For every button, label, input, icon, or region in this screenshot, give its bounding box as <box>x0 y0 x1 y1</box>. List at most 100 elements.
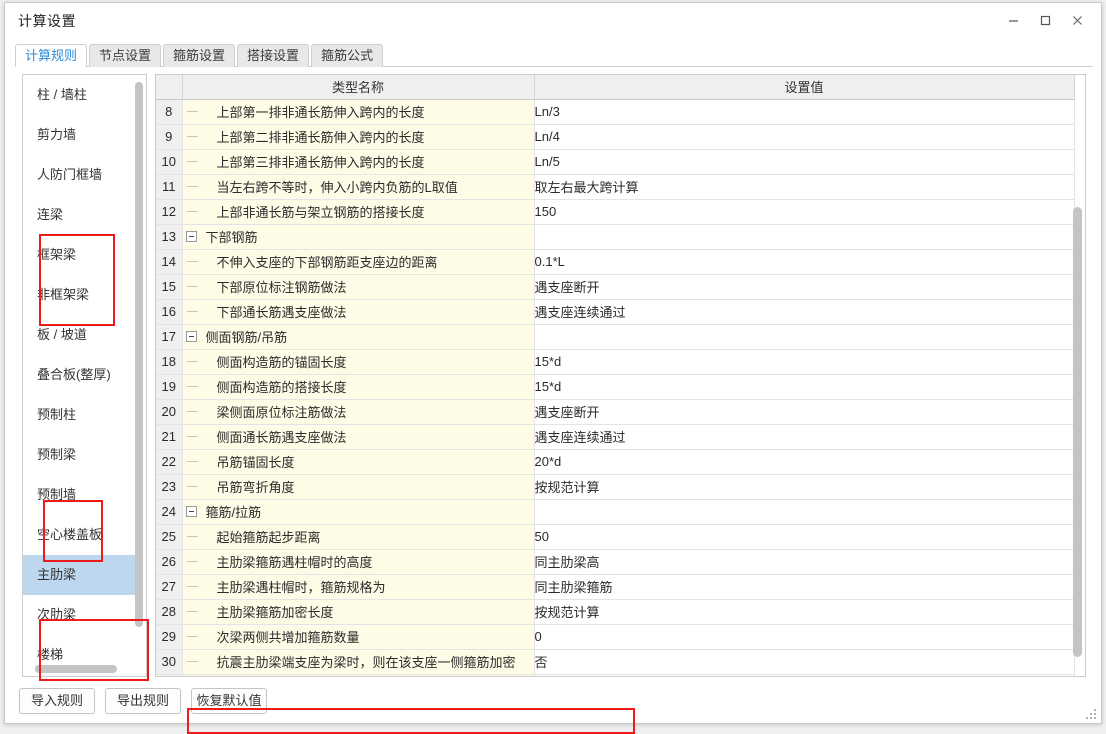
table-row[interactable]: 26 主肋梁箍筋遇柱帽时的高度 同主肋梁高 <box>156 549 1075 575</box>
row-setting-value-cell[interactable] <box>534 324 1075 350</box>
row-setting-value-cell[interactable]: 取左右最大跨计算 <box>534 174 1075 200</box>
restore-defaults-button[interactable]: 恢复默认值 <box>191 688 267 714</box>
row-type-name-cell[interactable]: 抗震主肋梁端支座为梁时，则在该支座一侧箍筋加密 <box>182 649 535 675</box>
collapse-icon[interactable] <box>186 506 197 517</box>
row-type-name-cell[interactable]: 上部第三排非通长筋伸入跨内的长度 <box>182 149 535 175</box>
row-setting-value-cell[interactable]: 150 <box>534 199 1075 225</box>
table-row[interactable]: 31主肋梁箍筋、拉筋加密区根数计算方式向上取整+1 <box>156 674 1075 676</box>
sidebar-item[interactable]: 框架梁 <box>23 235 135 275</box>
table-row[interactable]: 17 侧面钢筋/吊筋 <box>156 324 1075 350</box>
row-setting-value-cell[interactable]: 同主肋梁箍筋 <box>534 574 1075 600</box>
row-setting-value-cell[interactable]: 0 <box>534 624 1075 650</box>
sidebar-item[interactable]: 人防门框墙 <box>23 155 135 195</box>
table-row[interactable]: 9 上部第二排非通长筋伸入跨内的长度 Ln/4 <box>156 124 1075 150</box>
table-row[interactable]: 24 箍筋/拉筋 <box>156 499 1075 525</box>
sidebar-item[interactable]: 连梁 <box>23 195 135 235</box>
row-type-name-cell[interactable]: 不伸入支座的下部钢筋距支座边的距离 <box>182 249 535 275</box>
table-row[interactable]: 29 次梁两侧共增加箍筋数量 0 <box>156 624 1075 650</box>
resize-grip[interactable] <box>1085 708 1097 720</box>
table-row[interactable]: 14 不伸入支座的下部钢筋距支座边的距离 0.1*L <box>156 249 1075 275</box>
tab-lap-settings[interactable]: 搭接设置 <box>237 44 310 67</box>
row-setting-value-cell[interactable]: Ln/3 <box>534 99 1075 125</box>
table-row[interactable]: 13 下部钢筋 <box>156 224 1075 250</box>
sidebar-item[interactable]: 柱 / 墙柱 <box>23 75 135 115</box>
table-row[interactable]: 8 上部第一排非通长筋伸入跨内的长度 Ln/3 <box>156 99 1075 125</box>
row-setting-value-cell[interactable]: 20*d <box>534 449 1075 475</box>
table-row[interactable]: 12 上部非通长筋与架立钢筋的搭接长度 150 <box>156 199 1075 225</box>
row-setting-value-cell[interactable]: 50 <box>534 524 1075 550</box>
row-type-name-cell[interactable]: 吊筋锚固长度 <box>182 449 535 475</box>
export-rules-button[interactable]: 导出规则 <box>105 688 181 714</box>
table-row[interactable]: 30 抗震主肋梁端支座为梁时，则在该支座一侧箍筋加密 否 <box>156 649 1075 675</box>
row-type-name-cell[interactable]: 箍筋/拉筋 <box>182 499 535 525</box>
row-type-name-cell[interactable]: 下部原位标注钢筋做法 <box>182 274 535 300</box>
sidebar-item[interactable]: 预制梁 <box>23 435 135 475</box>
row-setting-value-cell[interactable]: 遇支座连续通过 <box>534 424 1075 450</box>
row-setting-value-cell[interactable]: 15*d <box>534 349 1075 375</box>
row-type-name-cell[interactable]: 侧面构造筋的搭接长度 <box>182 374 535 400</box>
table-row[interactable]: 10 上部第三排非通长筋伸入跨内的长度 Ln/5 <box>156 149 1075 175</box>
table-row[interactable]: 27 主肋梁遇柱帽时，箍筋规格为 同主肋梁箍筋 <box>156 574 1075 600</box>
sidebar-vertical-scroll-thumb[interactable] <box>135 82 143 627</box>
row-setting-value-cell[interactable] <box>534 224 1075 250</box>
sidebar-horizontal-scrollbar[interactable] <box>27 665 132 673</box>
row-setting-value-cell[interactable] <box>534 499 1075 525</box>
row-type-name-cell[interactable]: 下部钢筋 <box>182 224 535 250</box>
row-setting-value-cell[interactable]: 否 <box>534 649 1075 675</box>
row-type-name-cell[interactable]: 吊筋弯折角度 <box>182 474 535 500</box>
table-vertical-scroll-thumb[interactable] <box>1073 207 1082 657</box>
sidebar-item[interactable]: 预制柱 <box>23 395 135 435</box>
sidebar-vertical-scrollbar[interactable] <box>135 79 143 659</box>
table-row[interactable]: 18 侧面构造筋的锚固长度 15*d <box>156 349 1075 375</box>
sidebar-item[interactable]: 剪力墙 <box>23 115 135 155</box>
row-type-name-cell[interactable]: 上部第二排非通长筋伸入跨内的长度 <box>182 124 535 150</box>
tab-stirrup-settings[interactable]: 箍筋设置 <box>163 44 236 67</box>
row-type-name-cell[interactable]: 主肋梁遇柱帽时，箍筋规格为 <box>182 574 535 600</box>
close-icon[interactable] <box>1061 5 1093 35</box>
table-row[interactable]: 23 吊筋弯折角度 按规范计算 <box>156 474 1075 500</box>
minimize-icon[interactable] <box>997 5 1029 35</box>
table-vertical-scrollbar[interactable] <box>1073 77 1082 675</box>
table-row[interactable]: 15 下部原位标注钢筋做法 遇支座断开 <box>156 274 1075 300</box>
table-row[interactable]: 16 下部通长筋遇支座做法 遇支座连续通过 <box>156 299 1075 325</box>
row-type-name-cell[interactable]: 当左右跨不等时，伸入小跨内负筋的L取值 <box>182 174 535 200</box>
row-setting-value-cell[interactable]: Ln/5 <box>534 149 1075 175</box>
row-type-name-cell[interactable]: 下部通长筋遇支座做法 <box>182 299 535 325</box>
table-row[interactable]: 22 吊筋锚固长度 20*d <box>156 449 1075 475</box>
sidebar-item[interactable]: 非框架梁 <box>23 275 135 315</box>
row-setting-value-cell[interactable]: 遇支座断开 <box>534 274 1075 300</box>
tab-stirrup-formula[interactable]: 箍筋公式 <box>311 44 384 67</box>
row-setting-value-cell[interactable]: 遇支座连续通过 <box>534 299 1075 325</box>
sidebar-item[interactable]: 次肋梁 <box>23 595 135 635</box>
table-row[interactable]: 25 起始箍筋起步距离 50 <box>156 524 1075 550</box>
table-row[interactable]: 20 梁侧面原位标注筋做法 遇支座断开 <box>156 399 1075 425</box>
row-setting-value-cell[interactable]: 遇支座断开 <box>534 399 1075 425</box>
tab-node-settings[interactable]: 节点设置 <box>89 44 162 67</box>
row-setting-value-cell[interactable]: 按规范计算 <box>534 599 1075 625</box>
table-row[interactable]: 19 侧面构造筋的搭接长度 15*d <box>156 374 1075 400</box>
row-setting-value-cell[interactable]: Ln/4 <box>534 124 1075 150</box>
sidebar-item[interactable]: 叠合板(整厚) <box>23 355 135 395</box>
row-type-name-cell[interactable]: 上部第一排非通长筋伸入跨内的长度 <box>182 99 535 125</box>
row-type-name-cell[interactable]: 上部非通长筋与架立钢筋的搭接长度 <box>182 199 535 225</box>
row-type-name-cell[interactable]: 侧面钢筋/吊筋 <box>182 324 535 350</box>
sidebar-horizontal-scroll-thumb[interactable] <box>35 665 117 673</box>
sidebar-item[interactable]: 空心楼盖板 <box>23 515 135 555</box>
table-row[interactable]: 28 主肋梁箍筋加密长度 按规范计算 <box>156 599 1075 625</box>
row-type-name-cell[interactable]: 起始箍筋起步距离 <box>182 524 535 550</box>
row-type-name-cell[interactable]: 侧面构造筋的锚固长度 <box>182 349 535 375</box>
row-type-name-cell[interactable]: 侧面通长筋遇支座做法 <box>182 424 535 450</box>
row-type-name-cell[interactable]: 主肋梁箍筋加密长度 <box>182 599 535 625</box>
row-setting-value-cell[interactable]: 同主肋梁高 <box>534 549 1075 575</box>
sidebar-item[interactable]: 预制墙 <box>23 475 135 515</box>
tab-calculation-rules[interactable]: 计算规则 <box>15 44 88 68</box>
row-type-name-cell[interactable]: 主肋梁箍筋、拉筋加密区根数计算方式 <box>182 674 535 676</box>
table-row[interactable]: 11 当左右跨不等时，伸入小跨内负筋的L取值 取左右最大跨计算 <box>156 174 1075 200</box>
row-type-name-cell[interactable]: 次梁两侧共增加箍筋数量 <box>182 624 535 650</box>
collapse-icon[interactable] <box>186 231 197 242</box>
table-row[interactable]: 21 侧面通长筋遇支座做法 遇支座连续通过 <box>156 424 1075 450</box>
row-setting-value-cell[interactable]: 向上取整+1 <box>534 674 1075 676</box>
row-setting-value-cell[interactable]: 按规范计算 <box>534 474 1075 500</box>
maximize-icon[interactable] <box>1029 5 1061 35</box>
row-type-name-cell[interactable]: 主肋梁箍筋遇柱帽时的高度 <box>182 549 535 575</box>
